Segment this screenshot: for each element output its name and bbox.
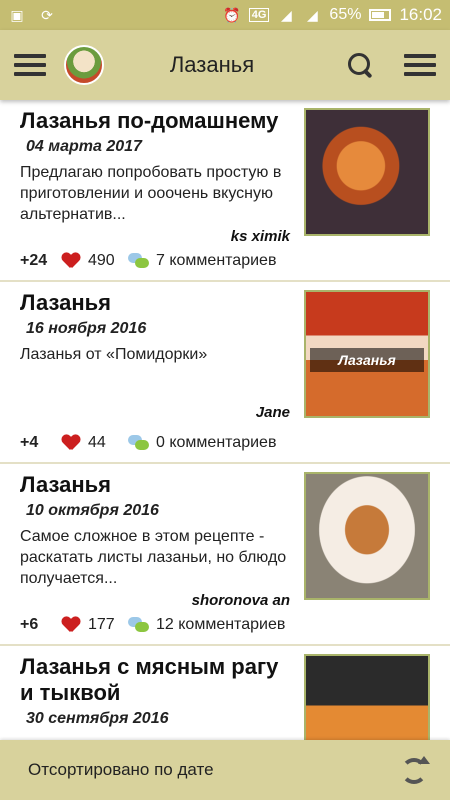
bottom-bar: Отсортировано по дате [0, 740, 450, 800]
status-bar: ▣ ⟳ ⏰ 4G ◢ ◢ 65% 16:02 [0, 0, 450, 30]
menu-icon [14, 54, 46, 76]
recipe-description: Предлагаю попробовать простую в приготов… [20, 164, 282, 223]
top-toolbar: Лазанья [0, 30, 450, 100]
comments-count[interactable]: 7 комментариев [156, 252, 276, 270]
recipe-card[interactable]: Лазанья 16 ноября 2016 Лазанья от «Помид… [0, 282, 450, 464]
recipe-description: Самое сложное в этом рецепте - раскатать… [20, 528, 287, 587]
more-menu-button[interactable] [390, 35, 450, 95]
recipe-date: 10 октября 2016 [26, 502, 159, 519]
alarm-icon: ⏰ [223, 6, 241, 23]
comments-icon [128, 253, 150, 269]
comments-icon [128, 435, 150, 451]
heart-icon[interactable] [62, 435, 80, 451]
recipe-author[interactable]: Jane [256, 404, 290, 421]
recipe-stats: +24 490 7 комментариев [20, 252, 276, 270]
more-menu-icon [404, 54, 436, 76]
recipe-title: Лазанья по-домашнему [20, 108, 279, 133]
recipe-stats: +4 44 0 комментариев [20, 434, 276, 452]
comments-icon [128, 617, 150, 633]
recipe-title: Лазанья [20, 472, 112, 497]
recipe-score: +4 [20, 434, 39, 451]
recipe-list: Лазанья по-домашнему 04 марта 2017 Предл… [0, 100, 450, 740]
recipe-date: 04 марта 2017 [26, 138, 142, 155]
recipe-card[interactable]: Лазанья с мясным рагу и тыквой 30 сентяб… [0, 646, 450, 740]
comments-count[interactable]: 0 комментариев [156, 434, 276, 452]
recipe-image[interactable] [304, 472, 430, 600]
likes-count: 177 [88, 616, 115, 633]
recipe-card[interactable]: Лазанья 10 октября 2016 Самое сложное в … [0, 464, 450, 646]
battery-percent: 65% [329, 6, 362, 23]
heart-icon[interactable] [62, 617, 80, 633]
signal-icon: ◢ [281, 6, 292, 23]
recipe-image[interactable] [304, 108, 430, 236]
recipe-score: +24 [20, 252, 48, 269]
page-title: Лазанья [169, 52, 255, 77]
recipe-stats: +6 177 12 комментариев [20, 616, 285, 634]
recipe-title: Лазанья [20, 290, 112, 315]
clock: 16:02 [399, 5, 442, 24]
battery-icon [369, 9, 392, 21]
menu-button[interactable] [0, 35, 60, 95]
recipe-title: Лазанья с мясным рагу и тыквой [20, 654, 279, 705]
comments-count[interactable]: 12 комментариев [156, 616, 285, 634]
recipe-date: 30 сентября 2016 [26, 710, 169, 727]
recipe-description: Лазанья от «Помидорки» [20, 346, 208, 363]
search-icon [346, 51, 374, 79]
sort-label[interactable]: Отсортировано по дате [28, 760, 214, 780]
app-root: ▣ ⟳ ⏰ 4G ◢ ◢ 65% 16:02 Лазанья Лазанья п… [0, 0, 450, 800]
gallery-icon: ▣ [10, 6, 24, 23]
heart-icon[interactable] [62, 253, 80, 269]
network-badge: 4G [248, 8, 270, 22]
recipe-score: +6 [20, 616, 39, 633]
likes-count: 44 [88, 434, 106, 451]
recipe-author[interactable]: shoronova an [192, 592, 290, 609]
recipe-image[interactable] [304, 654, 430, 740]
search-button[interactable] [330, 35, 390, 95]
likes-count: 490 [88, 252, 115, 269]
sync-icon: ⟳ [41, 6, 53, 23]
recipe-image[interactable]: Лазанья [304, 290, 430, 418]
recipe-card[interactable]: Лазанья по-домашнему 04 марта 2017 Предл… [0, 100, 450, 282]
signal-2-icon: ◢ [307, 6, 318, 23]
refresh-icon[interactable] [398, 755, 430, 785]
recipe-date: 16 ноября 2016 [26, 320, 147, 337]
image-caption: Лазанья [310, 348, 424, 372]
recipe-author[interactable]: ks ximik [231, 228, 290, 245]
